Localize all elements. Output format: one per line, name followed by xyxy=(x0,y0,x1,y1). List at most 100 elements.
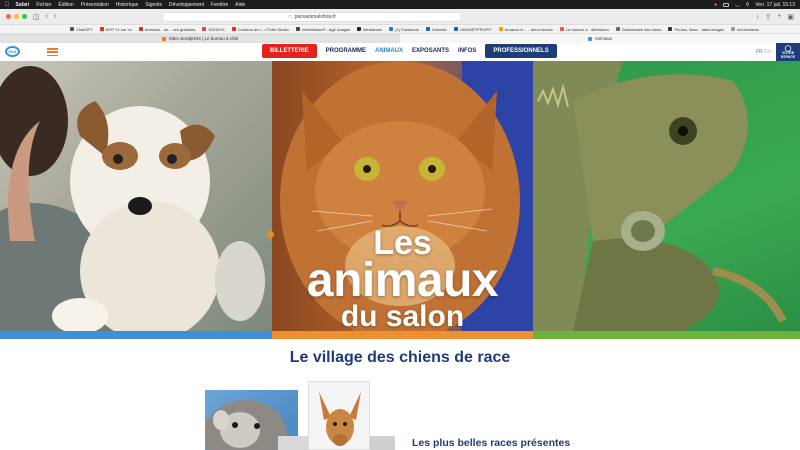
tab-favicon-icon xyxy=(587,36,592,41)
menu-develop[interactable]: Développement xyxy=(169,2,204,8)
hero-iguana-image xyxy=(533,61,800,331)
bookmark-item[interactable]: Linkedin xyxy=(425,27,447,32)
votre-espace-button[interactable]: ◯ VOTRE ESPACE xyxy=(776,43,800,62)
menu-app[interactable]: Safari xyxy=(16,2,30,8)
site-logo[interactable]: PAS xyxy=(5,46,20,57)
back-icon[interactable]: ‹ xyxy=(46,13,48,20)
new-tab-icon[interactable]: + xyxy=(777,13,781,21)
bookmark-item[interactable]: Mertiander xyxy=(357,27,382,32)
hamburger-menu-icon[interactable] xyxy=(47,48,58,56)
bookmark-item[interactable]: Le bureau d - démission xyxy=(559,27,609,32)
bookmark-item[interactable]: SOGELE xyxy=(202,27,225,32)
menu-edit[interactable]: Édition xyxy=(58,2,73,8)
bookmark-icon xyxy=(668,27,673,31)
gray-thumbnail-left xyxy=(278,436,308,450)
professionnels-button[interactable]: PROFESSIONNELS xyxy=(485,44,557,58)
lang-fr[interactable]: FR xyxy=(756,49,763,55)
orange-dot-icon xyxy=(267,231,274,238)
main-nav: BILLETTERIE PROGRAMME ANIMAUX EXPOSANTS … xyxy=(262,44,557,58)
bookmark-item[interactable]: Velvetbleue® - Agir Images xyxy=(295,27,350,32)
bookmark-item[interactable]: Contenu de L...//Tube Studio xyxy=(231,27,289,32)
dog-illustration xyxy=(0,66,265,331)
tab-bar: Sites wordpress | Le bureau à côté Anima… xyxy=(0,34,800,43)
clock[interactable]: Ven. 17 juil. 15:13 xyxy=(755,2,795,8)
bookmark-item[interactable]: NYR Tv sur Yo xyxy=(99,27,132,32)
bookmark-icon xyxy=(559,27,564,31)
linkedin-icon xyxy=(425,27,430,31)
macos-menubar:  Safari Fichier Édition Présentation Hi… xyxy=(0,0,800,9)
share-icon[interactable]: ⇧ xyxy=(765,13,771,21)
pharaoh-hound-illustration xyxy=(319,392,361,446)
bookmark-icon xyxy=(615,27,620,31)
youtube-icon xyxy=(231,27,236,31)
menu-window[interactable]: Fenêtre xyxy=(211,2,228,8)
billetterie-button[interactable]: BILLETTERIE xyxy=(262,44,317,58)
bookmark-icon xyxy=(202,27,207,31)
minimize-window-button[interactable] xyxy=(14,14,19,19)
hero-title-line3: du salon xyxy=(340,300,465,334)
gray-thumbnail-right xyxy=(370,436,395,450)
language-switcher: FR EN xyxy=(756,49,771,55)
search-spotlight-icon[interactable]: ⚲ xyxy=(746,2,750,8)
hero-bar-blue xyxy=(0,331,272,339)
hero-title-line1: Les xyxy=(267,226,533,260)
tab-animaux[interactable]: Animaux xyxy=(400,34,800,43)
chatgpt-icon xyxy=(70,27,74,31)
tab-wordpress[interactable]: Sites wordpress | Le bureau à côté xyxy=(0,34,400,43)
iguana-illustration xyxy=(533,61,787,331)
bookmark-item[interactable]: (1) Facebook xyxy=(389,27,419,32)
bookmark-item[interactable]: ChatGPT xyxy=(70,27,93,32)
tab-overview-icon[interactable]: ▣ xyxy=(787,13,794,21)
amazon-icon xyxy=(498,27,503,31)
nav-animaux[interactable]: ANIMAUX xyxy=(375,48,403,54)
zoom-window-button[interactable] xyxy=(22,14,27,19)
site-header: PAS BILLETTERIE PROGRAMME ANIMAUX EXPOSA… xyxy=(0,43,800,62)
menu-history[interactable]: Historique xyxy=(116,2,139,8)
lang-en[interactable]: EN xyxy=(764,49,771,55)
hero-title-line2: animaux xyxy=(306,254,499,308)
nav-programme[interactable]: PROGRAMME xyxy=(326,48,366,54)
section-title: Le village des chiens de race xyxy=(289,349,511,366)
bookmarks-bar: ChatGPT NYR Tv sur Yo redmonk - ok... ce… xyxy=(0,25,800,34)
forward-icon[interactable]: › xyxy=(54,13,56,20)
bookmark-item[interactable]: Amazon.fr - ... ateur electrc xyxy=(498,27,553,32)
nav-infos[interactable]: INFOS xyxy=(458,48,476,54)
battery-icon[interactable] xyxy=(723,2,730,7)
status-orange-icon[interactable]: ● xyxy=(714,2,717,8)
bookmark-item[interactable]: Photos, illust... tales images xyxy=(668,27,724,32)
bookmark-icon xyxy=(357,27,362,31)
downloads-icon[interactable]: ↓ xyxy=(756,13,760,21)
window-controls xyxy=(6,14,27,19)
hero-dog-image xyxy=(0,61,272,331)
menu-bookmarks[interactable]: Signets xyxy=(145,2,162,8)
sidebar-icon[interactable]: ◫ xyxy=(33,13,40,21)
menu-help[interactable]: Aide xyxy=(235,2,245,8)
tab-favicon-icon xyxy=(161,36,166,41)
bookmark-icon xyxy=(731,27,736,31)
sub-title: Les plus belles races présentes xyxy=(412,437,571,449)
pharaoh-hound-thumbnail xyxy=(308,381,370,450)
bookmark-item[interactable]: Dictionnaire des rimes xyxy=(615,27,661,32)
address-text: parisanimalshow.fr xyxy=(294,13,337,20)
facebook-icon xyxy=(389,27,394,31)
bookmark-item[interactable]: redmonk - ok... ces gratuites xyxy=(138,27,195,32)
wifi-icon[interactable]: ◡ xyxy=(735,2,739,8)
bookmark-icon xyxy=(295,27,300,31)
linkedin-icon xyxy=(453,27,458,31)
apple-icon[interactable]:  xyxy=(5,2,10,8)
nav-exposants[interactable]: EXPOSANTS xyxy=(412,48,449,54)
votre-espace-label: VOTRE ESPACE xyxy=(780,51,796,60)
close-window-button[interactable] xyxy=(6,14,11,19)
address-bar[interactable]: □ parisanimalshow.fr xyxy=(162,11,463,22)
lock-icon: □ xyxy=(288,13,292,20)
bookmark-item[interactable]: Informations xyxy=(731,27,759,32)
hero-bar-green xyxy=(533,331,800,339)
youtube-icon xyxy=(99,27,104,31)
menu-view[interactable]: Présentation xyxy=(81,2,109,8)
bookmark-item[interactable]: LINONETPROFIT xyxy=(453,27,492,32)
bookmark-icon xyxy=(138,27,143,31)
menu-file[interactable]: Fichier xyxy=(36,2,51,8)
hero-title: Les animaux du salon xyxy=(267,226,533,334)
browser-toolbar: ◫ ‹ › □ parisanimalshow.fr ↓ ⇧ + ▣ xyxy=(0,9,800,25)
hero-banner: Les animaux du salon xyxy=(0,61,800,339)
